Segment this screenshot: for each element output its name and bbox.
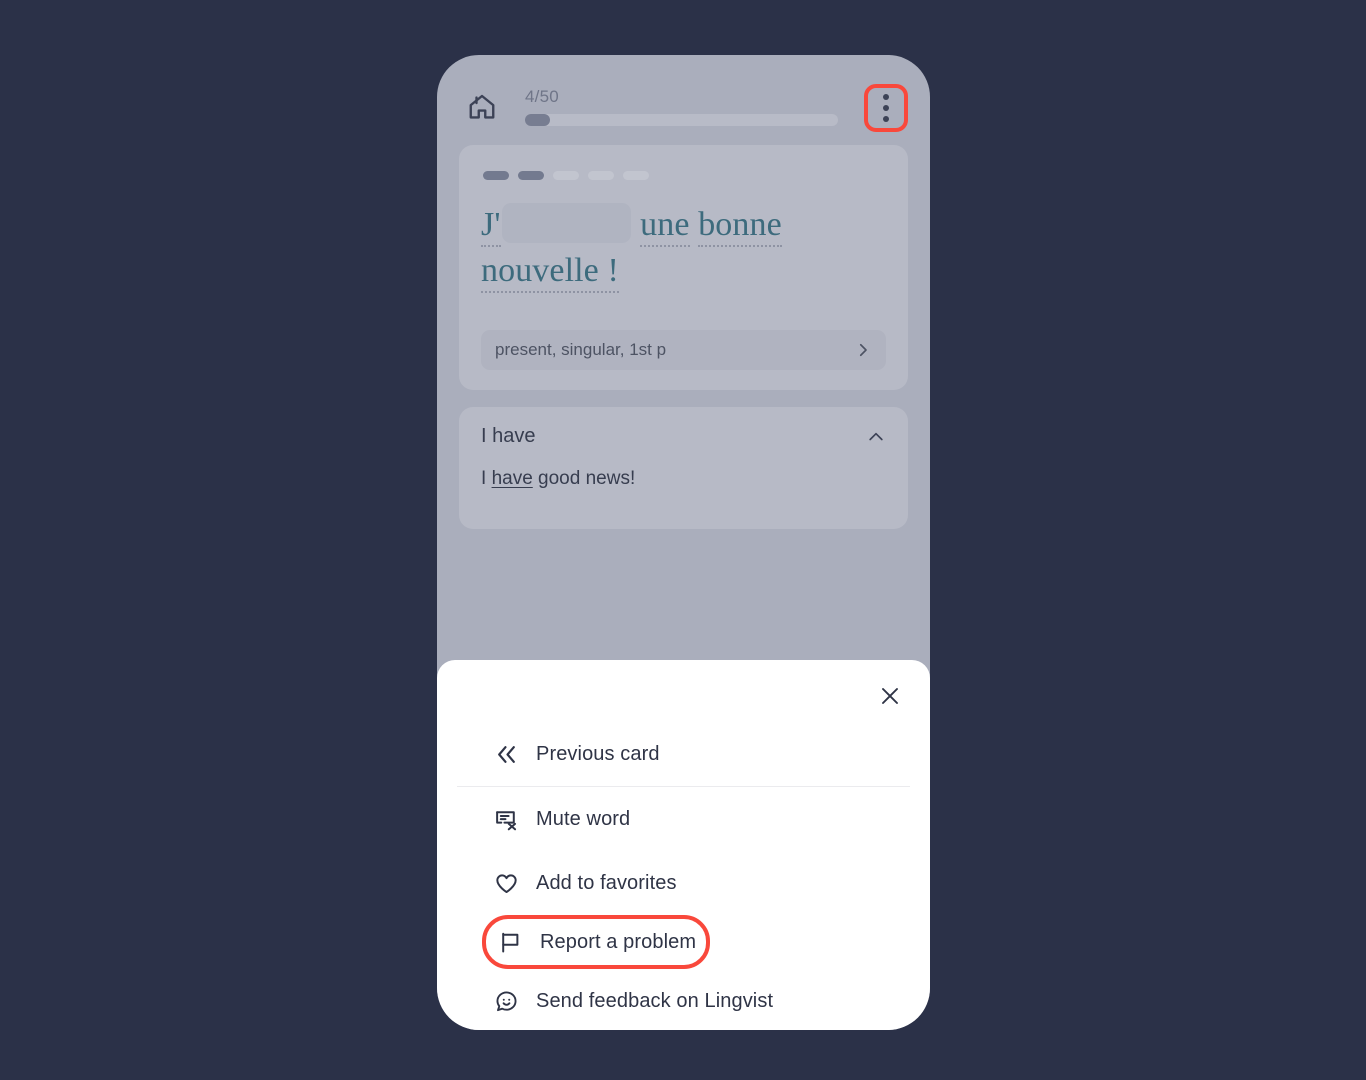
options-bottom-sheet: Previous card Mute word Add to favorites… (437, 660, 930, 1030)
question-sentence: J' une bonne nouvelle ! (481, 202, 886, 294)
kebab-dot (883, 116, 889, 122)
example-prefix: I (481, 468, 492, 489)
translation-example: I have good news! (481, 468, 886, 490)
menu-item-label: Send feedback on Lingvist (536, 989, 774, 1012)
home-icon (467, 92, 497, 122)
translation-header: I have (481, 425, 886, 448)
hint-pill (623, 171, 649, 180)
progress-bar-fill (525, 114, 551, 126)
heart-icon (494, 871, 528, 896)
menu-item-label: Mute word (536, 807, 631, 830)
feedback-smiley-icon (494, 989, 528, 1014)
answer-input[interactable] (501, 203, 631, 243)
menu-item-previous-card[interactable]: Previous card (437, 722, 930, 786)
progress-area: 4/50 (525, 87, 840, 126)
hint-pill (588, 171, 614, 180)
kebab-dot (883, 105, 889, 111)
question-card: J' une bonne nouvelle ! present, singula… (459, 145, 908, 390)
translation-title: I have (481, 425, 536, 447)
sentence-prefix: J' (481, 206, 501, 247)
menu-item-mute-word[interactable]: Mute word (437, 787, 930, 851)
hint-pill (483, 171, 509, 180)
menu-item-report-a-problem[interactable]: Report a problem (482, 915, 710, 969)
close-button[interactable] (868, 674, 912, 718)
sentence-word: une (640, 206, 690, 247)
menu-item-label: Report a problem (540, 930, 697, 953)
close-icon (878, 684, 902, 708)
menu-item-send-feedback[interactable]: Send feedback on Lingvist (437, 969, 930, 1030)
progress-bar-track (525, 114, 838, 126)
phone-frame: 4/50 J' une bonne nouvelle ! present, si… (437, 55, 930, 1030)
sentence-word: nouvelle ! (481, 252, 619, 293)
translation-card[interactable]: I have I have good news! (459, 407, 908, 529)
mute-word-icon (494, 807, 528, 832)
chevron-up-icon[interactable] (866, 427, 886, 447)
app-header: 4/50 (437, 55, 930, 150)
home-button[interactable] (460, 85, 504, 129)
flag-icon (498, 930, 532, 955)
options-menu-list: Previous card Mute word Add to favorites… (437, 722, 930, 1030)
menu-item-add-to-favorites[interactable]: Add to favorites (437, 851, 930, 915)
hint-pill (518, 171, 544, 180)
grammar-hint-bar[interactable]: present, singular, 1st p (481, 330, 886, 370)
sentence-word: bonne (698, 206, 782, 247)
example-suffix: good news! (532, 468, 636, 489)
example-highlight: have (491, 468, 533, 489)
hint-pill (553, 171, 579, 180)
chevron-right-icon (854, 341, 872, 359)
progress-count-label: 4/50 (525, 87, 559, 106)
grammar-hint-label: present, singular, 1st p (495, 340, 667, 359)
letter-hint-pills (481, 171, 886, 180)
kebab-menu-icon (883, 94, 889, 100)
kebab-menu-button[interactable] (864, 84, 908, 132)
double-chevron-left-icon (494, 742, 528, 767)
menu-item-label: Previous card (536, 742, 660, 765)
menu-item-label: Add to favorites (536, 871, 677, 894)
